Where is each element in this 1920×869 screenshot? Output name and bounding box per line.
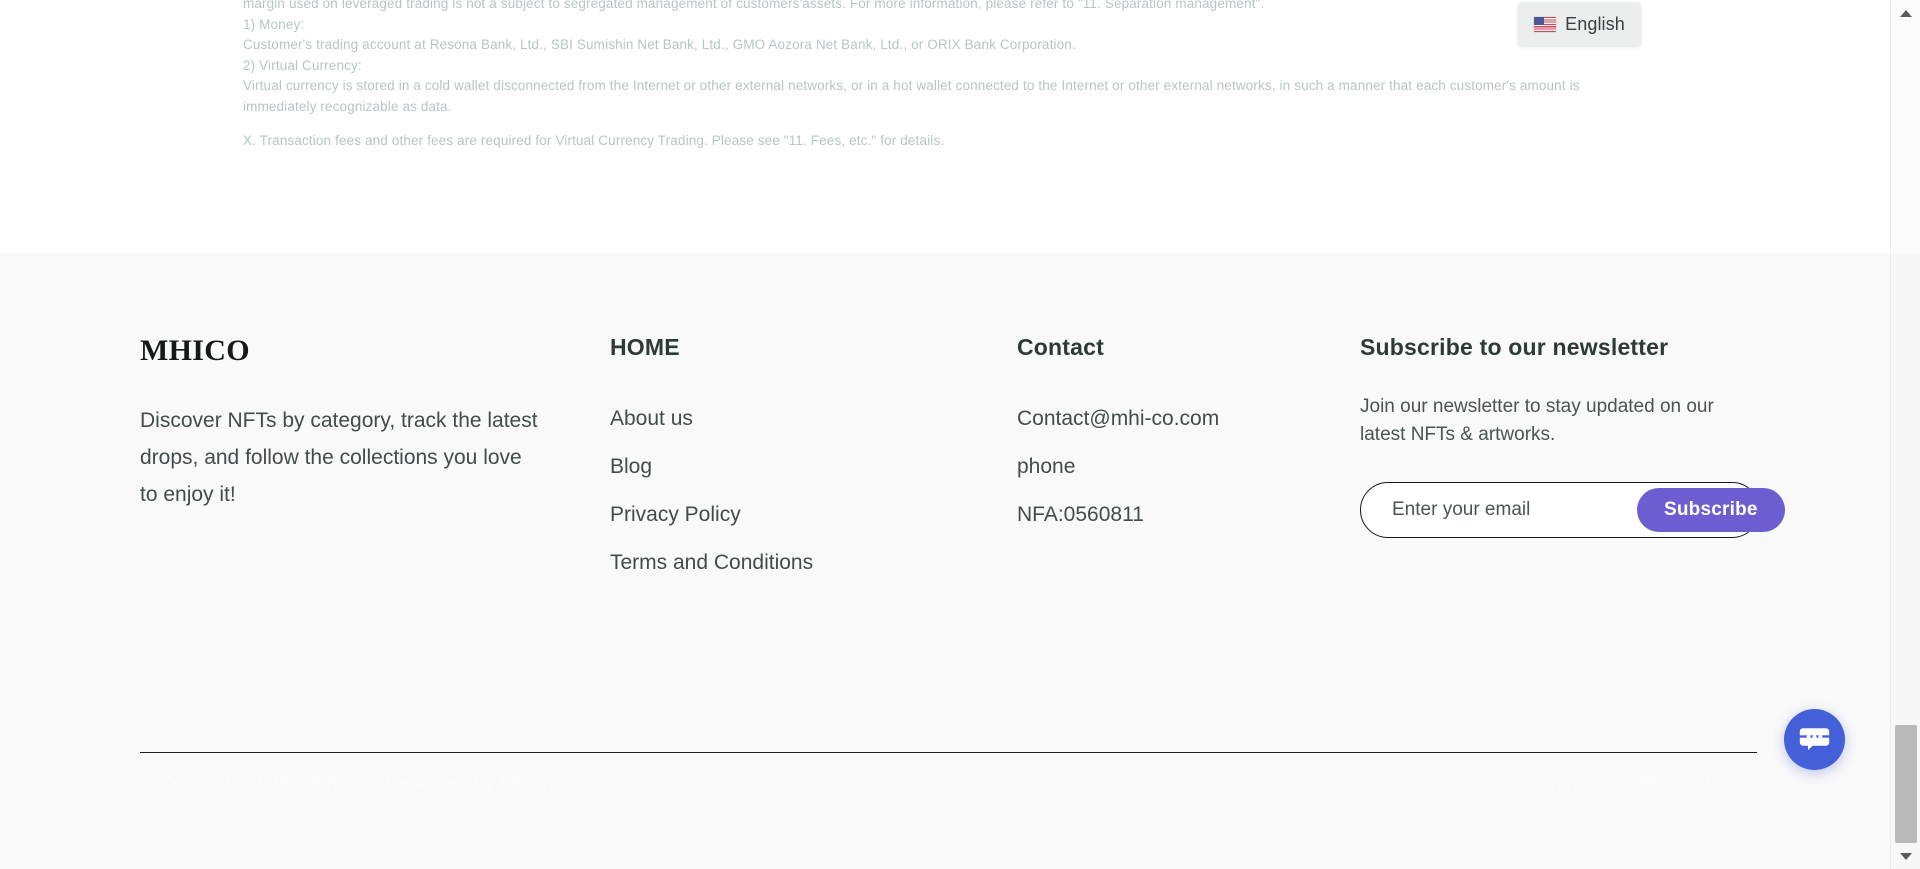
footer-link-blog[interactable]: Blog — [610, 443, 1015, 491]
footer-contact-list: Contact@mhi-co.com phone NFA:0560811 — [1017, 395, 1360, 539]
scrollbar-arrow-down-icon[interactable] — [1891, 845, 1920, 867]
legal-line-money-heading: 1) Money: — [243, 16, 305, 32]
brand-logo: MHICO — [140, 334, 250, 367]
contact-nfa-number: NFA:0560811 — [1017, 503, 1144, 526]
footer-copyright: © Copyright 2023, All Rights Reserved by… — [140, 773, 590, 794]
bullet-separator-icon: • — [1615, 774, 1622, 793]
footer-link-privacy-policy[interactable]: Privacy Policy — [610, 491, 1015, 539]
footer-column-newsletter: Subscribe to our newsletter Join our new… — [1360, 334, 1785, 587]
vertical-scrollbar[interactable] — [1890, 0, 1920, 869]
footer-link-about-us[interactable]: About us — [610, 395, 1015, 443]
footer-bottom-bar: © Copyright 2023, All Rights Reserved by… — [140, 773, 1757, 795]
newsletter-email-input[interactable] — [1361, 499, 1637, 521]
scrollbar-thumb[interactable] — [1895, 725, 1917, 843]
legal-line-virtual-currency-body: Virtual currency is stored in a cold wal… — [243, 78, 1580, 114]
legal-spacer — [243, 117, 1890, 131]
chat-widget-button[interactable] — [1784, 709, 1845, 770]
legal-line-fees-note: X. Transaction fees and other fees are r… — [243, 133, 945, 148]
contact-phone-label: phone — [1017, 455, 1076, 478]
scrollbar-arrow-up-icon[interactable] — [1891, 2, 1920, 24]
legal-line-money-body: Customer's trading account at Resona Ban… — [243, 37, 1076, 52]
language-selector-label: English — [1565, 13, 1625, 34]
footer-bottom-link-terms[interactable]: Terms — [1547, 773, 1599, 795]
legal-line-virtual-currency-heading: 2) Virtual Currency: — [243, 57, 362, 73]
footer-link-terms-and-conditions[interactable]: Terms and Conditions — [610, 539, 1015, 587]
footer-bottom-link-privacy-policy[interactable]: Privacy Policy — [1639, 773, 1757, 795]
us-flag-icon — [1534, 16, 1557, 32]
footer-contact-title: Contact — [1017, 334, 1105, 360]
footer-divider — [140, 752, 1757, 753]
footer-bottom-links: Terms • Privacy Policy — [1547, 773, 1757, 795]
footer-inner: MHICO Discover NFTs by category, track t… — [140, 253, 1785, 869]
contact-email[interactable]: Contact@mhi-co.com — [1017, 395, 1360, 443]
language-selector[interactable]: English — [1518, 2, 1641, 46]
footer-column-brand: MHICO Discover NFTs by category, track t… — [140, 334, 610, 587]
newsletter-subscribe-button[interactable]: Subscribe — [1637, 488, 1785, 532]
chat-bubble-icon — [1799, 728, 1830, 751]
scrollbar-track-upper[interactable] — [1891, 0, 1920, 253]
newsletter-title: Subscribe to our newsletter — [1360, 334, 1669, 360]
site-footer: MHICO Discover NFTs by category, track t… — [0, 253, 1890, 869]
footer-column-contact: Contact Contact@mhi-co.com phone NFA:056… — [1015, 334, 1360, 587]
page-root: margin used on leveraged trading is not … — [0, 0, 1920, 869]
legal-line-intro: margin used on leveraged trading is not … — [243, 0, 1265, 11]
footer-columns: MHICO Discover NFTs by category, track t… — [140, 334, 1785, 587]
footer-home-title: HOME — [610, 334, 680, 360]
footer-home-links: About us Blog Privacy Policy Terms and C… — [610, 395, 1015, 587]
newsletter-description: Join our newsletter to stay updated on o… — [1360, 396, 1714, 445]
newsletter-subscribe-row: Subscribe — [1360, 482, 1785, 538]
brand-description: Discover NFTs by category, track the lat… — [140, 409, 538, 506]
footer-column-home: HOME About us Blog Privacy Policy Terms … — [610, 334, 1015, 587]
